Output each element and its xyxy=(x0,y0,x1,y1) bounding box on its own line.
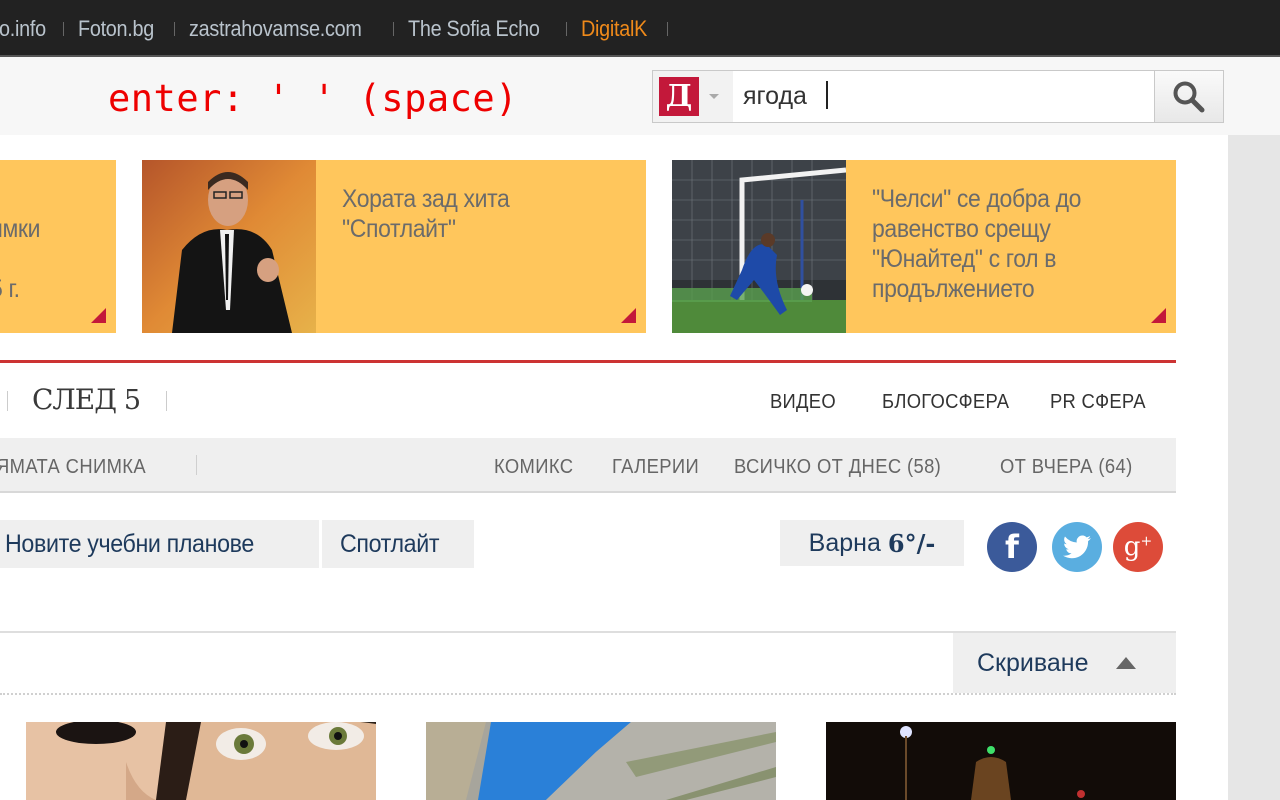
hide-label: Скриване xyxy=(977,648,1089,677)
twitter-button[interactable] xyxy=(1052,522,1102,572)
tag-spotlight[interactable]: Спотлайт xyxy=(322,520,474,568)
site-header: enter: ' ' (space) Д xyxy=(0,57,1280,135)
corner-arrow-icon xyxy=(621,308,636,323)
subnav-link-today[interactable]: ВСИЧКО ОТ ДНЕС (58) xyxy=(734,456,941,479)
primary-nav: СЛЕД 5 ВИДЕО БЛОГОСФЕРА PR СФЕРА xyxy=(0,363,1176,438)
dnevnik-logo-icon: Д xyxy=(659,77,699,116)
separator xyxy=(566,22,568,36)
dotted-divider xyxy=(0,693,1176,695)
chevron-up-icon xyxy=(1116,657,1137,669)
gallery-thumbnail-faces[interactable] xyxy=(26,722,376,800)
next-5-link[interactable]: СЛЕД 5 xyxy=(32,383,141,416)
google-plus-button[interactable]: g+ xyxy=(1113,522,1163,572)
separator xyxy=(196,455,197,475)
separator xyxy=(666,22,668,36)
gallery-thumbnail-night-street[interactable] xyxy=(826,722,1176,800)
separator xyxy=(63,22,65,36)
facebook-icon: f xyxy=(1005,528,1019,566)
search-source-selector[interactable]: Д xyxy=(653,71,733,122)
tag-label: Новите учебни планове xyxy=(5,529,254,558)
google-plus-icon: g+ xyxy=(1123,532,1153,562)
partner-link-sofia-echo[interactable]: The Sofia Echo xyxy=(408,16,540,42)
main-content: имки 5 г. xyxy=(0,135,1228,800)
separator xyxy=(393,22,395,36)
partner-link-zastrahovamse[interactable]: zastrahovamse.com xyxy=(189,16,362,42)
promo-card[interactable]: имки 5 г. xyxy=(0,160,116,333)
partner-link-digitalk[interactable]: DigitalK xyxy=(581,16,647,42)
gallery-thumbnail-cliffs[interactable] xyxy=(426,722,776,800)
nav-link-pr-sfera[interactable]: PR СФЕРА xyxy=(1050,391,1146,414)
action-annotation: enter: ' ' (space) xyxy=(108,77,518,120)
search-button[interactable] xyxy=(1154,71,1223,122)
promo-title[interactable]: "Челси" се добра до равенство срещу "Юна… xyxy=(872,184,1152,304)
tag-label: Спотлайт xyxy=(340,529,440,558)
separator xyxy=(174,22,176,36)
promo-image-man-in-suit[interactable] xyxy=(142,160,316,333)
promo-image-football-goal[interactable] xyxy=(672,160,846,333)
weather-widget[interactable]: Варна 6°/- xyxy=(780,520,964,566)
promo-title[interactable]: Хората зад хита "Спотлайт" xyxy=(342,184,622,244)
promo-title-line: 5 г. xyxy=(0,275,20,303)
partner-link[interactable]: o.info xyxy=(0,16,46,42)
chevron-down-icon xyxy=(709,94,719,99)
subnav-link-comics[interactable]: КОМИКС xyxy=(494,456,573,479)
search-icon xyxy=(1173,81,1205,112)
search-bar: Д xyxy=(652,70,1224,123)
tag-new-curricula[interactable]: Новите учебни планове xyxy=(0,520,319,568)
partner-links: o.info Foton.bg zastrahovamse.com The So… xyxy=(0,14,682,44)
separator xyxy=(166,391,167,411)
corner-arrow-icon xyxy=(1151,308,1166,323)
next-count: 5 xyxy=(123,385,141,416)
secondary-nav: ЯМАТА СНИМКА КОМИКС ГАЛЕРИИ ВСИЧКО ОТ ДН… xyxy=(0,438,1176,493)
promo-card[interactable]: Хората зад хита "Спотлайт" xyxy=(142,160,646,333)
nav-link-video[interactable]: ВИДЕО xyxy=(770,391,836,414)
hide-button[interactable]: Скриване xyxy=(953,633,1176,693)
corner-arrow-icon xyxy=(91,308,106,323)
promo-title-line: имки xyxy=(0,215,41,243)
subnav-link-yesterday[interactable]: ОТ ВЧЕРА (64) xyxy=(1000,456,1133,479)
weather-city: Варна xyxy=(808,528,881,557)
subnav-link-photo[interactable]: ЯМАТА СНИМКА xyxy=(0,456,146,479)
search-input[interactable] xyxy=(733,71,1154,122)
nav-link-blogosfera[interactable]: БЛОГОСФЕРА xyxy=(882,391,1009,414)
partner-links-bar: o.info Foton.bg zastrahovamse.com The So… xyxy=(0,0,1280,57)
promo-title: имки 5 г. xyxy=(0,214,40,304)
partner-link-foton[interactable]: Foton.bg xyxy=(78,16,154,42)
facebook-button[interactable]: f xyxy=(987,522,1037,572)
twitter-icon xyxy=(1063,535,1091,559)
weather-temperature: 6°/- xyxy=(887,528,936,558)
promo-card[interactable]: "Челси" се добра до равенство срещу "Юна… xyxy=(672,160,1176,333)
separator xyxy=(7,391,8,411)
next-label: СЛЕД xyxy=(32,383,117,416)
text-cursor xyxy=(826,81,828,109)
subnav-link-galleries[interactable]: ГАЛЕРИИ xyxy=(612,456,699,479)
